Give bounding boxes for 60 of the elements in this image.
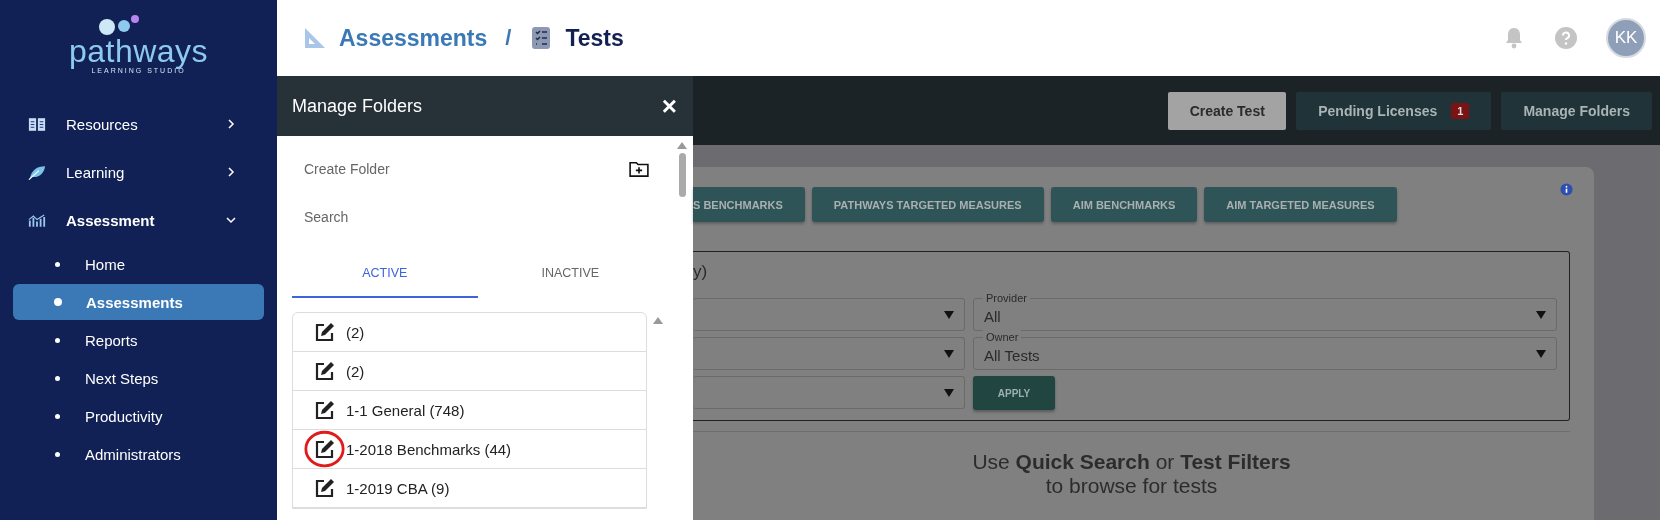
- nav-item[interactable]: Learning: [0, 148, 277, 196]
- scrollbar-thumb[interactable]: [678, 153, 686, 197]
- edit-icon[interactable]: [315, 322, 335, 342]
- folder-item[interactable]: (2): [293, 352, 646, 391]
- toolbar-button[interactable]: Manage Folders: [1501, 91, 1652, 130]
- hint-text: Use Quick Search or Test Filters: [972, 450, 1291, 474]
- edit-icon[interactable]: [315, 361, 335, 381]
- nav-subitem[interactable]: Reports: [13, 322, 264, 358]
- create-folder-label: Create Folder: [304, 161, 390, 177]
- edit-icon[interactable]: [315, 478, 335, 498]
- category-button[interactable]: S BENCHMARKS: [693, 187, 805, 222]
- field-label: Provider: [983, 291, 1030, 305]
- close-button[interactable]: ×: [659, 90, 679, 122]
- caret-icon: [1536, 349, 1546, 358]
- chevron-right-icon: [225, 118, 237, 130]
- edit-icon[interactable]: [315, 439, 335, 459]
- breadcrumb-separator: /: [505, 25, 512, 51]
- chevron-right-icon: [225, 166, 237, 178]
- caret-icon: [944, 388, 954, 397]
- logo-dots-icon: [96, 14, 141, 36]
- category-button[interactable]: AIM TARGETED MEASURES: [1204, 187, 1397, 222]
- nav-item[interactable]: Resources: [0, 100, 277, 148]
- scroll-up-icon[interactable]: [653, 316, 663, 324]
- filters-title: y): [693, 262, 709, 283]
- add-folder-icon[interactable]: [629, 161, 649, 177]
- drawer-title: Manage Folders: [292, 95, 423, 117]
- folder-item[interactable]: 1-2019 CBA (9): [293, 469, 646, 508]
- toolbar-button[interactable]: Create Test: [1168, 91, 1287, 130]
- category-button[interactable]: AIM BENCHMARKS: [1050, 187, 1198, 222]
- chart-icon: [28, 212, 46, 228]
- caret-icon: [944, 310, 954, 319]
- apply-button[interactable]: APPLY: [973, 376, 1055, 410]
- breadcrumb-item[interactable]: Assessments: [339, 24, 488, 52]
- toolbar-button[interactable]: Pending Licenses 1: [1296, 91, 1492, 130]
- ruler-icon: [303, 26, 327, 50]
- category-button[interactable]: PATHWAYS TARGETED MEASURES: [811, 187, 1044, 222]
- hint-text: to browse for tests: [1045, 474, 1218, 498]
- folder-tab[interactable]: ACTIVE: [292, 250, 478, 298]
- info-icon[interactable]: [1560, 183, 1573, 196]
- help-icon[interactable]: [1554, 26, 1578, 50]
- nav-subitem[interactable]: Productivity: [13, 398, 264, 434]
- caret-icon: [1536, 310, 1546, 319]
- book-icon: [28, 116, 46, 132]
- nav-subitem[interactable]: Next Steps: [13, 360, 264, 396]
- nav-subitem[interactable]: Assessments: [13, 284, 264, 320]
- count-badge: 1: [1451, 102, 1470, 119]
- folder-tab[interactable]: INACTIVE: [477, 250, 663, 298]
- field-label: Owner: [983, 330, 1022, 344]
- nav-subitem[interactable]: Home: [13, 246, 264, 282]
- leaf-icon: [28, 164, 46, 180]
- folder-item[interactable]: 1-2018 Benchmarks (44): [293, 430, 646, 469]
- caret-icon: [944, 349, 954, 358]
- nav-subitem[interactable]: Administrators: [13, 436, 264, 472]
- nav-item[interactable]: Assessment: [0, 196, 277, 244]
- folder-item[interactable]: 1-1 General (748): [293, 391, 646, 430]
- folder-item[interactable]: (2): [293, 313, 646, 352]
- edit-icon[interactable]: [315, 400, 335, 420]
- chevron-down-icon: [225, 214, 237, 226]
- breadcrumb-item: Tests: [565, 24, 624, 52]
- scroll-up-icon[interactable]: [677, 141, 687, 149]
